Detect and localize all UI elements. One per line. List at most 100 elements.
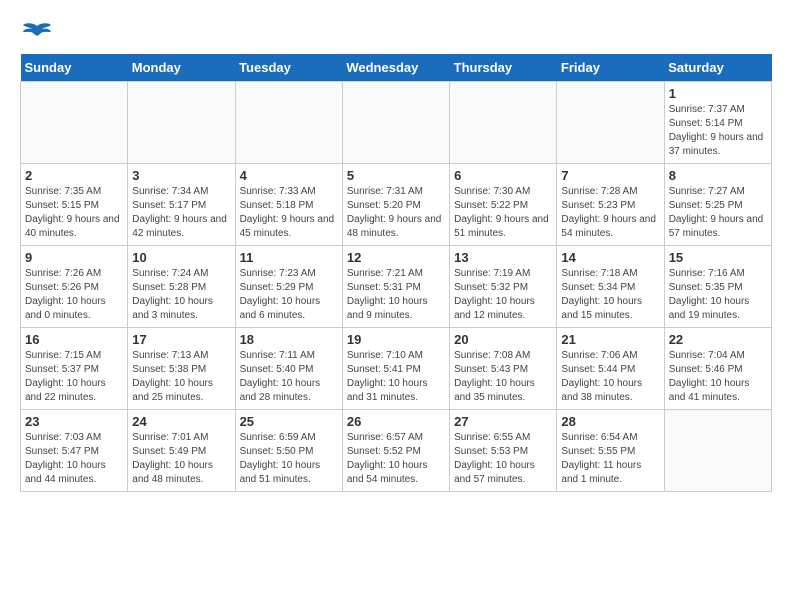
day-info: Sunrise: 7:35 AM Sunset: 5:15 PM Dayligh… — [25, 185, 123, 241]
calendar-cell: 15Sunrise: 7:16 AM Sunset: 5:35 PM Dayli… — [664, 246, 771, 328]
day-number: 10 — [132, 250, 230, 265]
day-number: 3 — [132, 168, 230, 183]
calendar-cell: 26 Sunrise: 6:57 AM Sunset: 5:52 PM Dayli… — [342, 410, 449, 492]
calendar-cell: 6 Sunrise: 7:30 AM Sunset: 5:22 PM Daylig… — [450, 164, 557, 246]
calendar-cell — [21, 82, 128, 164]
calendar-cell: 11Sunrise: 7:23 AM Sunset: 5:29 PM Dayli… — [235, 246, 342, 328]
calendar-cell: 3 Sunrise: 7:34 AM Sunset: 5:17 PM Daylig… — [128, 164, 235, 246]
calendar-cell: 2 Sunrise: 7:35 AM Sunset: 5:15 PM Daylig… — [21, 164, 128, 246]
day-number: 13 — [454, 250, 552, 265]
day-info: Sunrise: 7:34 AM Sunset: 5:17 PM Dayligh… — [132, 185, 230, 241]
calendar-cell: 10 Sunrise: 7:24 AM Sunset: 5:28 PM Dayli… — [128, 246, 235, 328]
calendar-cell: 16 Sunrise: 7:15 AM Sunset: 5:37 PM Dayli… — [21, 328, 128, 410]
day-info: Sunrise: 6:59 AM Sunset: 5:50 PM Dayligh… — [240, 431, 338, 487]
day-number: 2 — [25, 168, 123, 183]
day-header-saturday: Saturday — [664, 54, 771, 82]
day-number: 5 — [347, 168, 445, 183]
calendar-cell — [557, 82, 664, 164]
calendar-cell: 18 Sunrise: 7:11 AM Sunset: 5:40 PM Dayli… — [235, 328, 342, 410]
calendar-cell: 1 Sunrise: 7:37 AM Sunset: 5:14 PM Daylig… — [664, 82, 771, 164]
day-info: Sunrise: 6:54 AM Sunset: 5:55 PM Dayligh… — [561, 431, 659, 487]
calendar-cell — [664, 410, 771, 492]
calendar-cell: 19 Sunrise: 7:10 AM Sunset: 5:41 PM Dayli… — [342, 328, 449, 410]
calendar-cell: 24 Sunrise: 7:01 AM Sunset: 5:49 PM Dayli… — [128, 410, 235, 492]
calendar-cell — [342, 82, 449, 164]
calendar-cell: 21 Sunrise: 7:06 AM Sunset: 5:44 PM Dayli… — [557, 328, 664, 410]
day-info: Sunrise: 7:26 AM Sunset: 5:26 PM Dayligh… — [25, 267, 123, 323]
day-number: 21 — [561, 332, 659, 347]
day-number: 25 — [240, 414, 338, 429]
day-number: 7 — [561, 168, 659, 183]
day-info: Sunrise: 7:31 AM Sunset: 5:20 PM Dayligh… — [347, 185, 445, 241]
days-header-row: SundayMondayTuesdayWednesdayThursdayFrid… — [21, 54, 772, 82]
calendar-cell: 4 Sunrise: 7:33 AM Sunset: 5:18 PM Daylig… — [235, 164, 342, 246]
day-info: Sunrise: 7:18 AM Sunset: 5:34 PM Dayligh… — [561, 267, 659, 323]
day-number: 1 — [669, 86, 767, 101]
day-info: Sunrise: 7:27 AM Sunset: 5:25 PM Dayligh… — [669, 185, 767, 241]
day-info: Sunrise: 7:15 AM Sunset: 5:37 PM Dayligh… — [25, 349, 123, 405]
day-number: 16 — [25, 332, 123, 347]
calendar-cell — [235, 82, 342, 164]
day-info: Sunrise: 6:55 AM Sunset: 5:53 PM Dayligh… — [454, 431, 552, 487]
calendar-cell: 5 Sunrise: 7:31 AM Sunset: 5:20 PM Daylig… — [342, 164, 449, 246]
calendar-cell: 12 Sunrise: 7:21 AM Sunset: 5:31 PM Dayli… — [342, 246, 449, 328]
day-header-tuesday: Tuesday — [235, 54, 342, 82]
logo-bird-icon — [22, 22, 52, 44]
day-info: Sunrise: 7:23 AM Sunset: 5:29 PM Dayligh… — [240, 267, 338, 323]
day-info: Sunrise: 7:24 AM Sunset: 5:28 PM Dayligh… — [132, 267, 230, 323]
page-header — [20, 20, 772, 44]
day-info: Sunrise: 7:37 AM Sunset: 5:14 PM Dayligh… — [669, 103, 767, 159]
calendar-cell: 9 Sunrise: 7:26 AM Sunset: 5:26 PM Daylig… — [21, 246, 128, 328]
day-header-wednesday: Wednesday — [342, 54, 449, 82]
calendar-cell — [128, 82, 235, 164]
week-row-2: 2 Sunrise: 7:35 AM Sunset: 5:15 PM Daylig… — [21, 164, 772, 246]
day-number: 26 — [347, 414, 445, 429]
calendar-cell: 25 Sunrise: 6:59 AM Sunset: 5:50 PM Dayli… — [235, 410, 342, 492]
calendar-cell: 14 Sunrise: 7:18 AM Sunset: 5:34 PM Dayli… — [557, 246, 664, 328]
day-number: 24 — [132, 414, 230, 429]
day-number: 6 — [454, 168, 552, 183]
day-number: 12 — [347, 250, 445, 265]
day-info: Sunrise: 7:03 AM Sunset: 5:47 PM Dayligh… — [25, 431, 123, 487]
day-number: 14 — [561, 250, 659, 265]
day-info: Sunrise: 7:08 AM Sunset: 5:43 PM Dayligh… — [454, 349, 552, 405]
day-number: 19 — [347, 332, 445, 347]
day-number: 22 — [669, 332, 767, 347]
day-info: Sunrise: 7:33 AM Sunset: 5:18 PM Dayligh… — [240, 185, 338, 241]
day-number: 23 — [25, 414, 123, 429]
day-info: Sunrise: 7:01 AM Sunset: 5:49 PM Dayligh… — [132, 431, 230, 487]
day-header-monday: Monday — [128, 54, 235, 82]
calendar-cell: 20 Sunrise: 7:08 AM Sunset: 5:43 PM Dayli… — [450, 328, 557, 410]
day-info: Sunrise: 7:13 AM Sunset: 5:38 PM Dayligh… — [132, 349, 230, 405]
logo — [20, 20, 54, 44]
day-number: 4 — [240, 168, 338, 183]
day-info: Sunrise: 7:21 AM Sunset: 5:31 PM Dayligh… — [347, 267, 445, 323]
day-number: 20 — [454, 332, 552, 347]
day-info: Sunrise: 7:04 AM Sunset: 5:46 PM Dayligh… — [669, 349, 767, 405]
day-info: Sunrise: 6:57 AM Sunset: 5:52 PM Dayligh… — [347, 431, 445, 487]
day-number: 15 — [669, 250, 767, 265]
calendar-cell: 17 Sunrise: 7:13 AM Sunset: 5:38 PM Dayli… — [128, 328, 235, 410]
day-number: 9 — [25, 250, 123, 265]
day-number: 28 — [561, 414, 659, 429]
day-info: Sunrise: 7:10 AM Sunset: 5:41 PM Dayligh… — [347, 349, 445, 405]
calendar-cell: 22 Sunrise: 7:04 AM Sunset: 5:46 PM Dayli… — [664, 328, 771, 410]
calendar-cell: 13 Sunrise: 7:19 AM Sunset: 5:32 PM Dayli… — [450, 246, 557, 328]
week-row-5: 23 Sunrise: 7:03 AM Sunset: 5:47 PM Dayli… — [21, 410, 772, 492]
week-row-3: 9 Sunrise: 7:26 AM Sunset: 5:26 PM Daylig… — [21, 246, 772, 328]
calendar-table: SundayMondayTuesdayWednesdayThursdayFrid… — [20, 54, 772, 492]
day-info: Sunrise: 7:06 AM Sunset: 5:44 PM Dayligh… — [561, 349, 659, 405]
day-info: Sunrise: 7:19 AM Sunset: 5:32 PM Dayligh… — [454, 267, 552, 323]
day-header-sunday: Sunday — [21, 54, 128, 82]
calendar-cell: 27Sunrise: 6:55 AM Sunset: 5:53 PM Dayli… — [450, 410, 557, 492]
calendar-cell: 7Sunrise: 7:28 AM Sunset: 5:23 PM Daylig… — [557, 164, 664, 246]
day-number: 17 — [132, 332, 230, 347]
calendar-cell: 23 Sunrise: 7:03 AM Sunset: 5:47 PM Dayli… — [21, 410, 128, 492]
day-number: 18 — [240, 332, 338, 347]
day-header-friday: Friday — [557, 54, 664, 82]
day-info: Sunrise: 7:11 AM Sunset: 5:40 PM Dayligh… — [240, 349, 338, 405]
day-info: Sunrise: 7:30 AM Sunset: 5:22 PM Dayligh… — [454, 185, 552, 241]
week-row-4: 16 Sunrise: 7:15 AM Sunset: 5:37 PM Dayli… — [21, 328, 772, 410]
calendar-cell: 28 Sunrise: 6:54 AM Sunset: 5:55 PM Dayli… — [557, 410, 664, 492]
calendar-cell: 8Sunrise: 7:27 AM Sunset: 5:25 PM Daylig… — [664, 164, 771, 246]
